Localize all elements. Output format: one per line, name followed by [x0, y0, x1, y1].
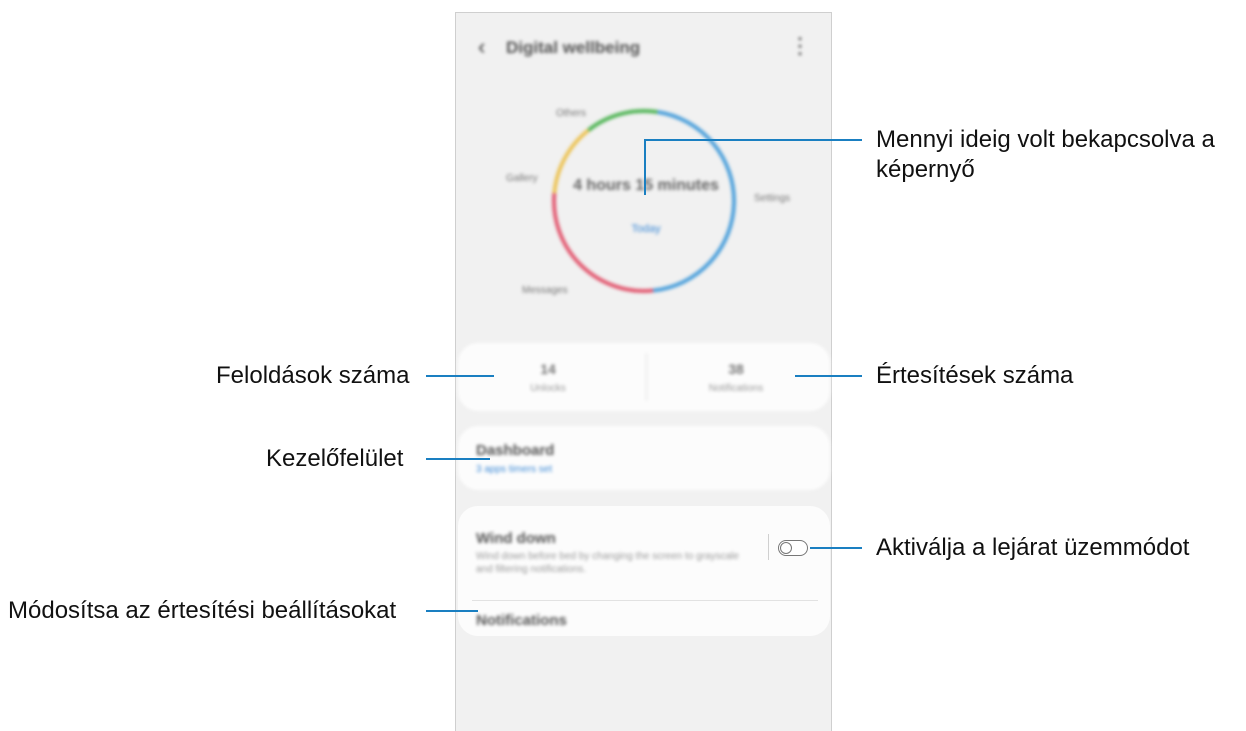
- screen-time-value: 4 hours 15 minutes: [573, 177, 719, 194]
- donut-slice-settings: [652, 110, 736, 293]
- wind-down-card: Wind down Wind down before bed by changi…: [458, 506, 830, 636]
- stats-divider: [646, 353, 647, 401]
- more-options-icon[interactable]: ⋮: [789, 33, 811, 59]
- dashboard-card[interactable]: Dashboard 3 apps timers set: [458, 426, 830, 490]
- chart-label-others: Others: [556, 108, 587, 119]
- back-button[interactable]: ‹: [478, 34, 485, 60]
- toggle-separator: [768, 534, 769, 560]
- notifications-count-label: Notifications: [708, 383, 764, 394]
- annotation-screen-time-text: Mennyi ideig volt bekapcsolva a képernyő: [876, 126, 1215, 183]
- wind-down-toggle[interactable]: [778, 540, 808, 556]
- chart-label-settings: Settings: [754, 193, 791, 204]
- stats-card: 14 Unlocks 38 Notifications: [458, 343, 830, 411]
- notifications-settings-item[interactable]: Notifications: [476, 612, 567, 629]
- page-title: Digital wellbeing: [506, 38, 641, 57]
- wind-down-divider: [472, 600, 818, 601]
- annotation-screen-time: Mennyi ideig volt bekapcsolva a képernyő: [876, 125, 1246, 185]
- dashboard-title: Dashboard: [476, 442, 555, 459]
- wind-down-title[interactable]: Wind down: [476, 530, 556, 547]
- dashboard-subtitle: 3 apps timers set: [476, 464, 553, 475]
- phone-screen: ‹ Digital wellbeing ⋮ Others Gallery Set…: [455, 12, 832, 731]
- app-bar: ‹ Digital wellbeing ⋮: [456, 31, 831, 63]
- annotation-wind-down: Aktiválja a lejárat üzemmódot: [876, 534, 1190, 561]
- unlocks-label: Unlocks: [530, 383, 566, 394]
- annotation-unlocks: Feloldások száma: [216, 362, 410, 389]
- unlocks-value: 14: [540, 361, 556, 377]
- annotation-notification-settings: Módosítsa az értesítési beállításokat: [8, 597, 397, 624]
- donut-slice-others: [587, 109, 658, 132]
- annotation-notifications: Értesítések száma: [876, 362, 1074, 389]
- screen-time-link[interactable]: Today: [566, 223, 726, 235]
- toggle-knob: [780, 541, 792, 554]
- donut-slice-messages: [552, 192, 654, 293]
- notifications-value: 38: [728, 361, 744, 377]
- chart-label-gallery: Gallery: [506, 173, 538, 184]
- annotation-dashboard: Kezelőfelület: [266, 445, 404, 472]
- wind-down-description: Wind down before bed by changing the scr…: [476, 551, 739, 575]
- screen-time-donut[interactable]: [548, 105, 740, 297]
- chart-label-messages: Messages: [522, 285, 568, 296]
